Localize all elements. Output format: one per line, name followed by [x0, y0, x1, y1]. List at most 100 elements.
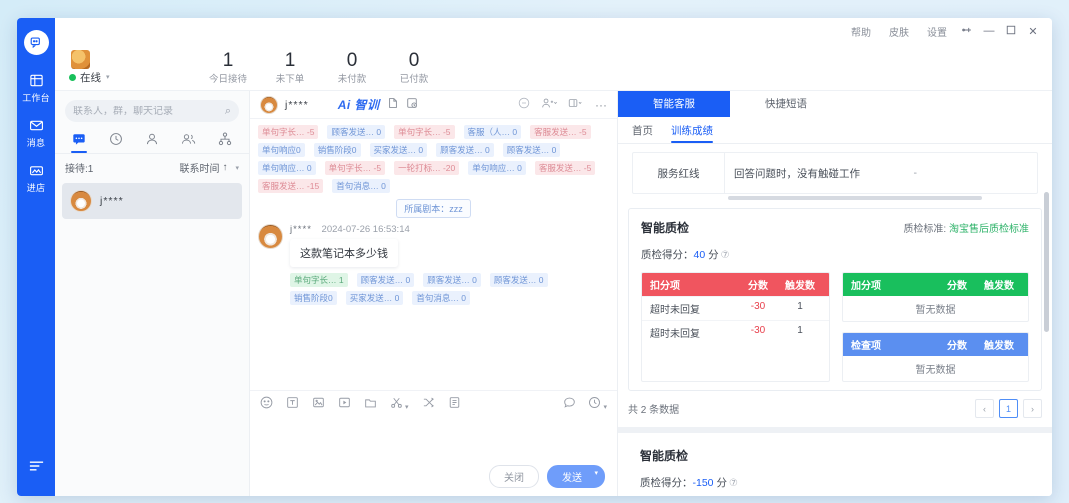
- window-titlebar: 帮助 皮肤 设置 — ✕: [55, 18, 1052, 44]
- emoji-icon[interactable]: [260, 396, 273, 412]
- sidebar-item-workbench[interactable]: 工作台: [17, 73, 55, 104]
- history-clock-icon[interactable]: ▾: [588, 396, 607, 412]
- help-circle-icon[interactable]: ⑦: [729, 478, 738, 489]
- metric-tag[interactable]: 首句消息… 0: [412, 291, 470, 305]
- column-header-count: 触发数: [984, 281, 1014, 292]
- tab-smart-service[interactable]: 智能客服: [618, 91, 730, 117]
- metric-tag[interactable]: 销售阶段0: [290, 291, 337, 305]
- tag-row: 销售阶段0 买家发送… 0 首句消息… 0: [290, 291, 548, 305]
- main-columns: ⌕: [55, 90, 1052, 496]
- stat-today-served[interactable]: 1 今日接待: [197, 50, 259, 85]
- quality-score-value-2: -150: [692, 477, 714, 489]
- message-input[interactable]: [250, 417, 617, 465]
- metric-tag[interactable]: 买家发送… 0: [369, 143, 428, 157]
- minimize-icon[interactable]: —: [978, 25, 1000, 37]
- maximize-icon[interactable]: [1000, 25, 1022, 38]
- tab-recent[interactable]: [103, 132, 129, 153]
- metric-tag[interactable]: 单句字长… 1: [290, 273, 348, 287]
- help-button[interactable]: 帮助: [842, 24, 880, 39]
- metric-tag[interactable]: 顾客发送… 0: [489, 273, 548, 287]
- empty-state: 暂无数据: [915, 305, 956, 316]
- video-icon[interactable]: [338, 396, 351, 412]
- subtab-training-score[interactable]: 训练成绩: [671, 123, 713, 143]
- skin-button[interactable]: 皮肤: [880, 24, 918, 39]
- metric-tag[interactable]: 首句消息… 0: [332, 179, 390, 193]
- tab-quick-phrases[interactable]: 快捷短语: [730, 91, 842, 117]
- window-icon[interactable]: [568, 97, 584, 112]
- horizontal-scrollbar[interactable]: [728, 196, 982, 200]
- chevron-down-icon: ▾: [603, 404, 607, 411]
- metric-tag[interactable]: 单句响应0: [258, 143, 305, 157]
- metric-tag[interactable]: 顾客发送… 0: [356, 273, 415, 287]
- stat-value: 0: [346, 49, 358, 71]
- search-input[interactable]: [73, 105, 225, 117]
- metric-tag[interactable]: 单句响应… 0: [468, 161, 526, 175]
- subtab-home[interactable]: 首页: [632, 123, 653, 143]
- metric-tag[interactable]: 顾客发送… 0: [423, 273, 481, 287]
- metric-tag[interactable]: 销售阶段0: [313, 143, 361, 157]
- assistant-content[interactable]: 服务红线 回答问题时，没有触碰工作 - 智能质检 质检标准: 淘宝售后质检标准 …: [618, 144, 1052, 496]
- metric-tag[interactable]: 单句字长… -5: [394, 125, 455, 139]
- ai-training-label[interactable]: Ai 智训: [338, 96, 380, 113]
- metric-tag[interactable]: 单句字长… -5: [258, 125, 319, 139]
- tab-org[interactable]: [212, 132, 238, 153]
- quality-standard-value: 淘宝售后质检标准: [949, 224, 1029, 235]
- metric-tag[interactable]: 顾客发送… 0: [502, 143, 561, 157]
- stat-unpaid[interactable]: 0 未付款: [321, 50, 383, 85]
- online-status[interactable]: 在线 ▾: [69, 70, 187, 85]
- metric-tag[interactable]: 一轮打标… -20: [394, 161, 460, 175]
- close-icon[interactable]: ✕: [1022, 25, 1044, 38]
- more-icon[interactable]: ···: [595, 98, 607, 112]
- vertical-scrollbar[interactable]: [1044, 192, 1049, 332]
- pin-icon[interactable]: [956, 24, 978, 39]
- metric-tag[interactable]: 客服发送… -5: [534, 161, 596, 175]
- image-icon[interactable]: [312, 396, 325, 412]
- settings-button[interactable]: 设置: [918, 24, 956, 39]
- tab-chat[interactable]: [66, 132, 92, 153]
- metric-tag[interactable]: 顾客发送… 0: [436, 143, 494, 157]
- metric-tag[interactable]: 单句字长… -5: [324, 161, 386, 175]
- add-user-icon[interactable]: [541, 97, 557, 112]
- composer-right-tools: ▾: [563, 396, 607, 412]
- note-icon[interactable]: [387, 97, 399, 112]
- minus-circle-icon[interactable]: [518, 97, 530, 112]
- assistant-tabs: 智能客服 快捷短语: [618, 91, 1052, 117]
- message-timestamp: 2024-07-26 16:53:14: [321, 224, 410, 235]
- help-circle-icon[interactable]: ⑦: [721, 250, 730, 261]
- sidebar-item-messages[interactable]: 消息: [17, 118, 55, 149]
- metric-tag[interactable]: 买家发送… 0: [345, 291, 404, 305]
- tab-groups[interactable]: [175, 132, 201, 153]
- quality-check-header-2: 智能质检: [640, 447, 1030, 464]
- folder-icon[interactable]: [364, 396, 377, 412]
- chat-bubble-icon[interactable]: [563, 396, 576, 412]
- tab-contacts[interactable]: [139, 132, 165, 153]
- rail-menu-button[interactable]: [17, 459, 55, 478]
- pagination-prev[interactable]: ‹: [975, 399, 994, 418]
- list-item[interactable]: j****: [62, 183, 242, 219]
- store-icon: [17, 163, 55, 180]
- file-icon[interactable]: [448, 396, 461, 412]
- script-chip: 所属剧本：zzz: [396, 199, 471, 218]
- history-icon[interactable]: [406, 97, 418, 112]
- stat-not-ordered[interactable]: 1 未下单: [259, 50, 321, 85]
- metric-tag[interactable]: 客服（人… 0: [463, 125, 522, 139]
- metric-tag[interactable]: 单句响应… 0: [258, 161, 316, 175]
- shuffle-icon[interactable]: [422, 396, 435, 412]
- pagination-page-1[interactable]: 1: [999, 399, 1018, 418]
- search-icon: ⌕: [224, 104, 231, 117]
- row-name: 超时未回复: [650, 305, 700, 316]
- close-button[interactable]: 关闭: [489, 465, 539, 488]
- metric-tag[interactable]: 客服发送… -15: [258, 179, 324, 193]
- stat-paid[interactable]: 0 已付款: [383, 50, 445, 85]
- chat-message-area[interactable]: 单句字长… -5 顾客发送… 0 单句字长… -5 客服（人… 0 客服发送… …: [250, 119, 617, 390]
- scissors-icon[interactable]: ▾: [390, 396, 409, 412]
- metric-tag[interactable]: 顾客发送… 0: [327, 125, 386, 139]
- tag-row: 客服发送… -15 首句消息… 0: [258, 179, 609, 193]
- send-button[interactable]: 发送 ▾: [547, 465, 605, 488]
- metric-tag[interactable]: 客服发送… -5: [530, 125, 591, 139]
- sidebar-item-store[interactable]: 进店: [17, 163, 55, 194]
- sort-control[interactable]: 联系时间 ↑ ▾: [179, 160, 239, 175]
- pagination-next[interactable]: ›: [1023, 399, 1042, 418]
- search-box[interactable]: ⌕: [65, 100, 239, 122]
- text-icon[interactable]: [286, 396, 299, 412]
